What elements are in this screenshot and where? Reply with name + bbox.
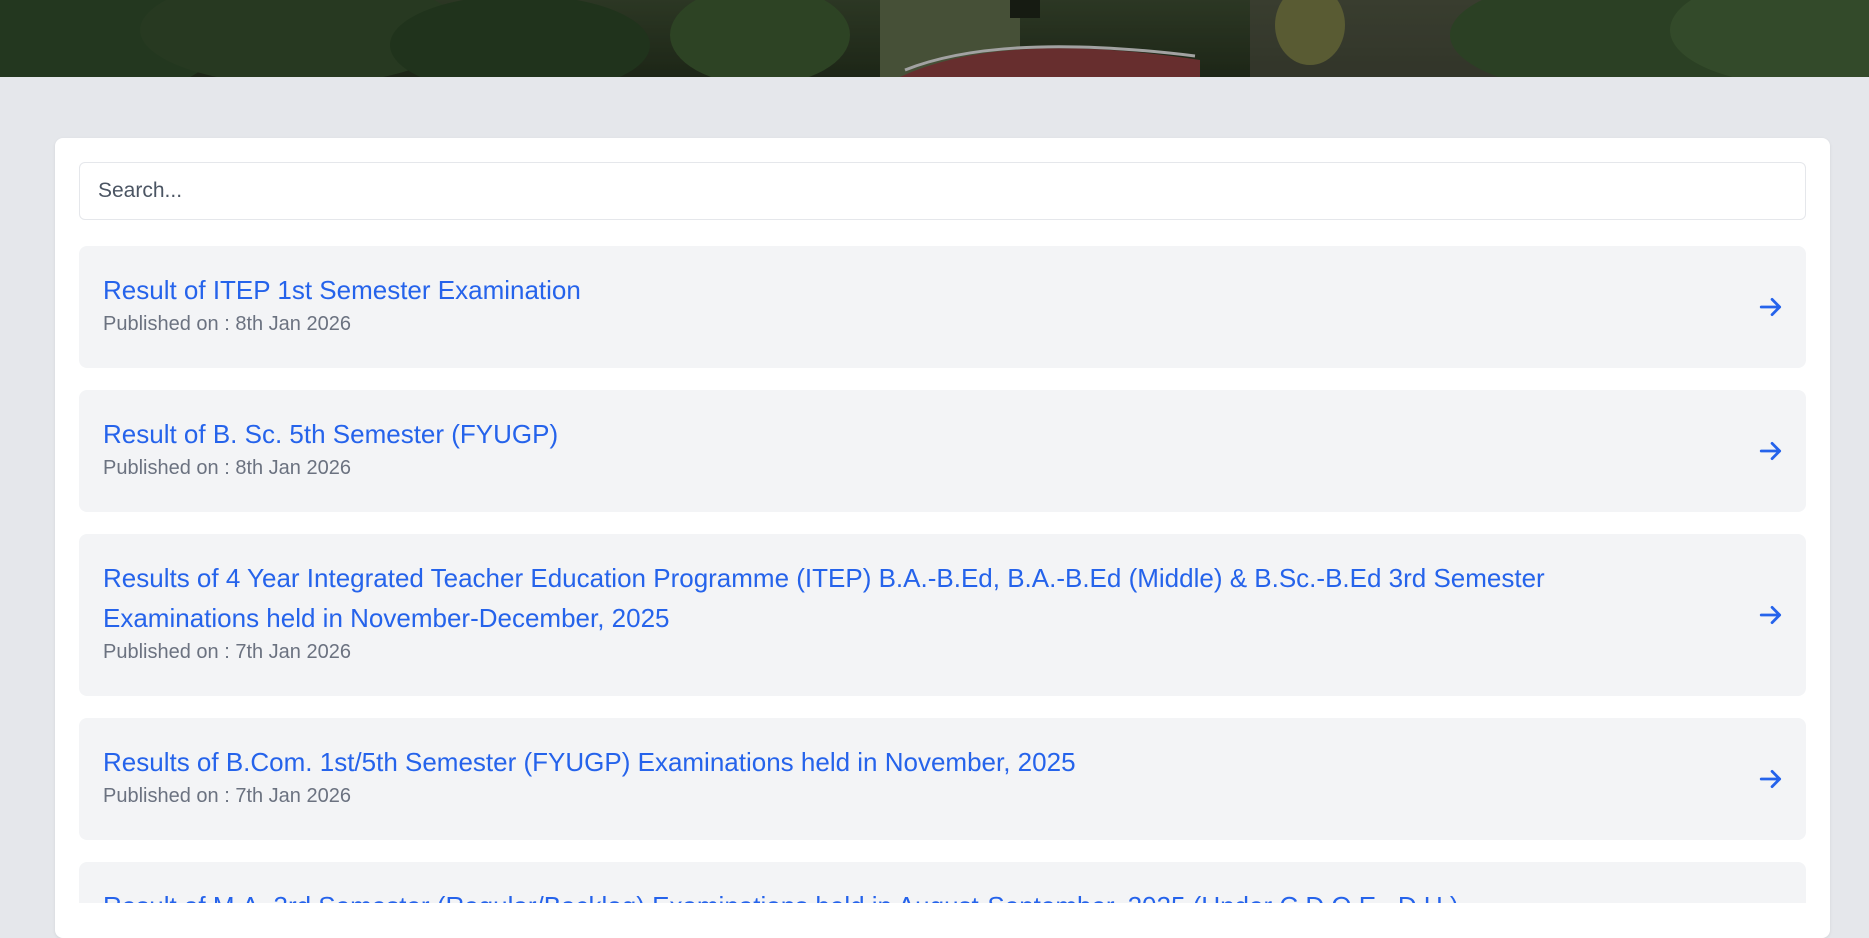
arrow-right-icon[interactable] xyxy=(1758,766,1784,792)
result-item[interactable]: Result of M.A. 3rd Semester (Regular/Bac… xyxy=(79,862,1806,903)
result-item[interactable]: Results of B.Com. 1st/5th Semester (FYUG… xyxy=(79,718,1806,840)
result-item[interactable]: Result of ITEP 1st Semester Examination … xyxy=(79,246,1806,368)
published-date: Published on : 7th Jan 2026 xyxy=(103,785,351,807)
result-title[interactable]: Result of ITEP 1st Semester Examination xyxy=(103,270,1696,310)
arrow-right-icon[interactable] xyxy=(1758,438,1784,464)
arrow-right-icon[interactable] xyxy=(1758,294,1784,320)
results-card: Result of ITEP 1st Semester Examination … xyxy=(55,138,1830,938)
result-item[interactable]: Results of 4 Year Integrated Teacher Edu… xyxy=(79,534,1806,696)
result-title[interactable]: Result of M.A. 3rd Semester (Regular/Bac… xyxy=(103,886,1696,903)
result-title[interactable]: Results of 4 Year Integrated Teacher Edu… xyxy=(103,558,1696,638)
search-input[interactable] xyxy=(79,162,1806,220)
result-title[interactable]: Result of B. Sc. 5th Semester (FYUGP) xyxy=(103,414,1696,454)
published-date: Published on : 8th Jan 2026 xyxy=(103,313,351,335)
published-date: Published on : 7th Jan 2026 xyxy=(103,641,351,663)
published-date: Published on : 8th Jan 2026 xyxy=(103,457,351,479)
arrow-right-icon[interactable] xyxy=(1758,602,1784,628)
campus-banner-image xyxy=(0,0,1869,77)
result-item[interactable]: Result of B. Sc. 5th Semester (FYUGP) Pu… xyxy=(79,390,1806,512)
result-title[interactable]: Results of B.Com. 1st/5th Semester (FYUG… xyxy=(103,742,1696,782)
